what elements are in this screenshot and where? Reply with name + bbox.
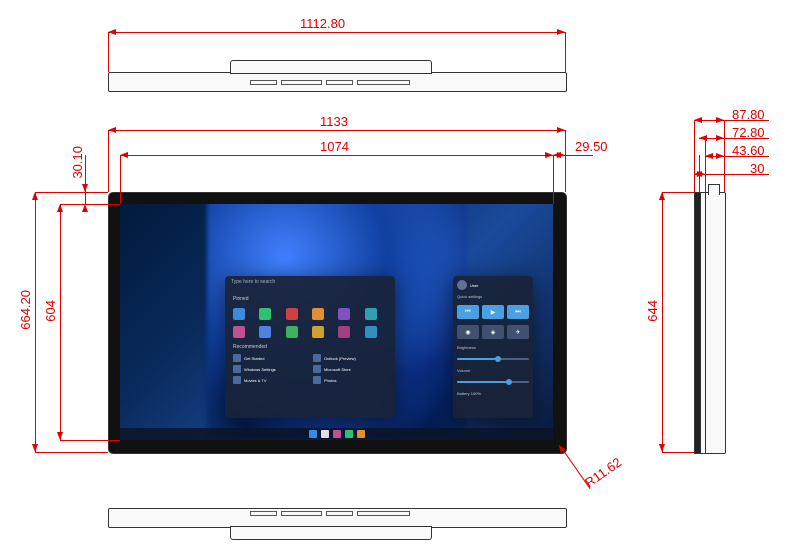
recommended-label: Recommended: [225, 342, 395, 352]
dim-bezel-top: 30.10: [70, 146, 85, 179]
top-view-ports: [250, 80, 410, 85]
dim-side-depth-3: 43.60: [732, 143, 765, 158]
qs-button-row: ⏮ ▶ ⏭: [457, 305, 529, 319]
dim-line-664: [35, 192, 36, 452]
file-icon: [313, 376, 321, 384]
recommended-item-label: Microsoft Store: [324, 367, 351, 372]
qs-airplane-icon: ✈: [507, 325, 529, 339]
recommended-item: Outlook (Preview): [313, 354, 387, 362]
bottom-view-ports: [250, 511, 410, 516]
side-view-bracket: [708, 184, 720, 195]
qs-play-icon: ▶: [482, 305, 504, 319]
pinned-app-icon: [365, 308, 377, 320]
taskbar: [120, 428, 553, 440]
recommended-item-label: Movies & TV: [244, 378, 267, 383]
dim-front-height-inner: 604: [43, 300, 58, 322]
front-view-screen: Type here to search Pinned Recommended G…: [120, 204, 553, 440]
brightness-slider: [457, 358, 529, 360]
start-menu-search: Type here to search: [225, 276, 395, 294]
brightness-label: Brightness: [457, 345, 529, 350]
dim-top-width: 1112.80: [300, 16, 345, 31]
pinned-label: Pinned: [225, 294, 395, 304]
dim-side-depth-1: 87.80: [732, 107, 765, 122]
file-icon: [233, 365, 241, 373]
dim-side-height: 644: [645, 300, 660, 322]
file-icon: [233, 376, 241, 384]
top-view-mount: [230, 60, 432, 74]
volume-slider: [457, 381, 529, 383]
recommended-item: Movies & TV: [233, 376, 307, 384]
pinned-app-icon: [259, 326, 271, 338]
dim-line-top-width: [108, 32, 565, 33]
qs-bluetooth-icon: ◈: [482, 325, 504, 339]
qs-prev-icon: ⏮: [457, 305, 479, 319]
recommended-grid: Get Started Outlook (Preview) Windows Sett…: [225, 352, 395, 386]
pinned-app-icon: [312, 326, 324, 338]
dim-line-1133: [108, 130, 565, 131]
dim-side-depth-2: 72.80: [732, 125, 765, 140]
pinned-app-icon: [259, 308, 271, 320]
recommended-item: Microsoft Store: [313, 365, 387, 373]
dim-front-width-inner: 1074: [320, 139, 349, 154]
file-icon: [313, 354, 321, 362]
qs-title: Quick settings: [457, 294, 529, 299]
qs-next-icon: ⏭: [507, 305, 529, 319]
dim-corner-radius: R11.62: [582, 455, 624, 491]
search-placeholder: Type here to search: [231, 279, 275, 285]
dim-line-30v: [85, 155, 86, 204]
recommended-item-label: Photos: [324, 378, 336, 383]
pinned-app-icon: [365, 326, 377, 338]
qs-button-row-2: ◉ ◈ ✈: [457, 325, 529, 339]
taskbar-app-icon: [333, 430, 341, 438]
taskbar-app-icon: [357, 430, 365, 438]
recommended-item-label: Get Started: [244, 356, 264, 361]
file-icon: [233, 354, 241, 362]
side-view-front-glass: [694, 192, 701, 454]
file-icon: [313, 365, 321, 373]
dim-line-1074: [120, 155, 553, 156]
pinned-app-icon: [338, 308, 350, 320]
recommended-item-label: Outlook (Preview): [324, 356, 356, 361]
recommended-item: Windows Settings: [233, 365, 307, 373]
pinned-app-icon: [233, 308, 245, 320]
taskbar-app-icon: [345, 430, 353, 438]
recommended-item: Photos: [313, 376, 387, 384]
dim-front-width-outer: 1133: [320, 114, 348, 129]
pinned-app-icon: [286, 326, 298, 338]
dim-side-depth-4: 30: [750, 161, 764, 176]
recommended-item: Get Started: [233, 354, 307, 362]
dim-line-604: [60, 204, 61, 440]
quick-settings-panel: User Quick settings ⏮ ▶ ⏭ ◉ ◈ ✈ Brightne…: [453, 276, 533, 418]
pinned-grid: [225, 304, 395, 342]
dim-front-height-outer: 664.20: [18, 290, 33, 330]
user-label: User: [470, 283, 478, 288]
recommended-item-label: Windows Settings: [244, 367, 276, 372]
volume-label: Volume: [457, 368, 529, 373]
dim-bezel-right: 29.50: [575, 139, 608, 154]
user-avatar-icon: [457, 280, 467, 290]
taskbar-app-icon: [321, 430, 329, 438]
dim-line-644: [662, 192, 663, 452]
bottom-view-mount: [230, 526, 432, 540]
start-menu: Type here to search Pinned Recommended G…: [225, 276, 395, 418]
pinned-app-icon: [233, 326, 245, 338]
pinned-app-icon: [338, 326, 350, 338]
taskbar-app-icon: [309, 430, 317, 438]
pinned-app-icon: [312, 308, 324, 320]
battery-label: Battery 100%: [457, 391, 529, 396]
pinned-app-icon: [286, 308, 298, 320]
qs-wifi-icon: ◉: [457, 325, 479, 339]
